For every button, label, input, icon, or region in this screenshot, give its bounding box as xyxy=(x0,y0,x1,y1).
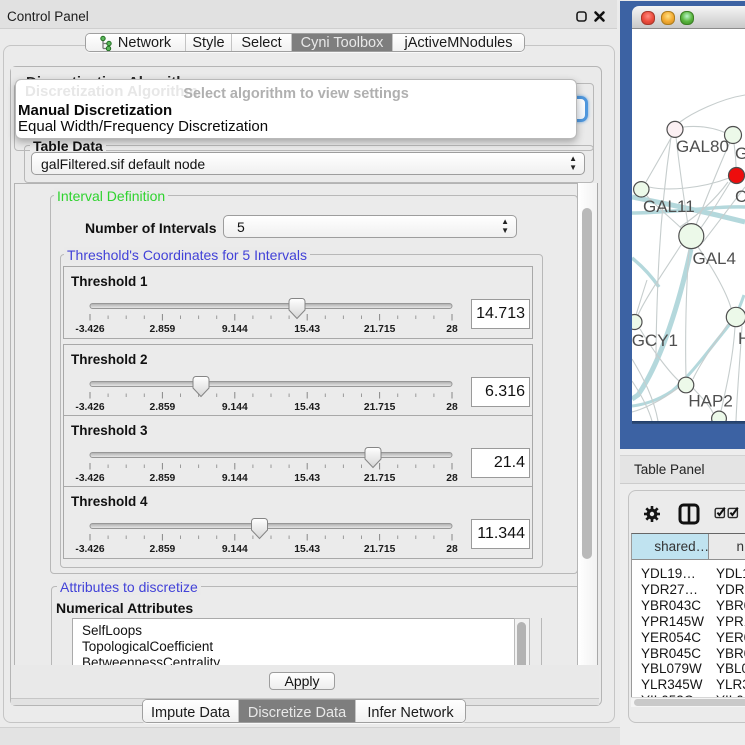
svg-text:GAL80: GAL80 xyxy=(676,137,729,156)
svg-text:-3.426: -3.426 xyxy=(75,473,104,484)
svg-text:-3.426: -3.426 xyxy=(75,402,104,413)
svg-text:2.859: 2.859 xyxy=(150,544,176,555)
svg-text:GA: GA xyxy=(735,144,745,163)
svg-text:GAL11: GAL11 xyxy=(643,197,695,216)
svg-text:28: 28 xyxy=(446,324,458,335)
svg-text:HAP2: HAP2 xyxy=(688,392,732,411)
svg-text:21.715: 21.715 xyxy=(364,473,396,484)
svg-text:9.144: 9.144 xyxy=(222,402,248,413)
svg-text:GAL4: GAL4 xyxy=(693,249,736,268)
svg-text:21.715: 21.715 xyxy=(364,544,396,555)
svg-text:21.715: 21.715 xyxy=(364,402,396,413)
svg-text:21.715: 21.715 xyxy=(364,324,396,335)
svg-text:9.144: 9.144 xyxy=(222,324,248,335)
svg-text:15.43: 15.43 xyxy=(294,324,320,335)
svg-text:28: 28 xyxy=(446,402,458,413)
svg-text:-3.426: -3.426 xyxy=(75,324,104,335)
svg-text:28: 28 xyxy=(446,473,458,484)
svg-text:2.859: 2.859 xyxy=(150,324,176,335)
svg-text:GCY1: GCY1 xyxy=(632,331,678,350)
svg-text:2.859: 2.859 xyxy=(150,473,176,484)
svg-text:H: H xyxy=(738,329,745,348)
svg-text:15.43: 15.43 xyxy=(294,473,320,484)
svg-text:28: 28 xyxy=(446,544,458,555)
svg-text:-3.426: -3.426 xyxy=(75,544,104,555)
svg-text:2.859: 2.859 xyxy=(150,402,176,413)
svg-text:15.43: 15.43 xyxy=(294,544,320,555)
svg-text:9.144: 9.144 xyxy=(222,473,248,484)
svg-text:15.43: 15.43 xyxy=(294,402,320,413)
svg-text:9.144: 9.144 xyxy=(222,544,248,555)
svg-text:CY: CY xyxy=(735,187,745,206)
